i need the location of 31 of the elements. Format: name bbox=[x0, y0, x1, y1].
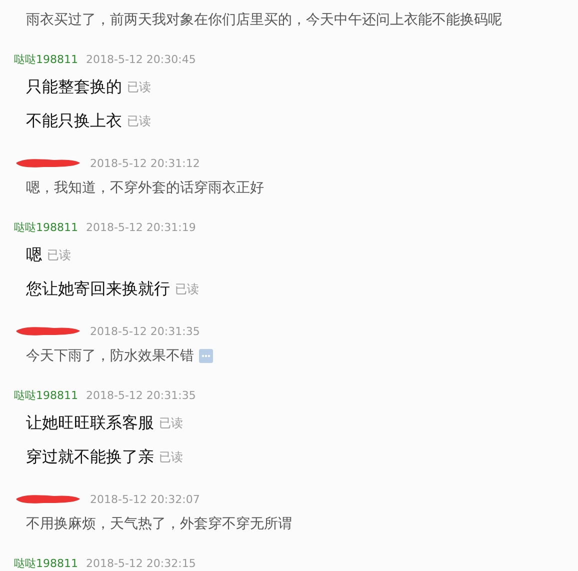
sender-name[interactable]: 哒哒198811 bbox=[14, 388, 78, 402]
read-status: 已读 bbox=[127, 112, 151, 130]
read-status: 已读 bbox=[175, 280, 199, 298]
message-time: 2018-5-12 20:30:45 bbox=[86, 52, 196, 66]
more-icon[interactable] bbox=[199, 349, 213, 363]
message-text: 不能只换上衣 bbox=[26, 110, 122, 132]
message-text: 嗯，我知道，不穿外套的话穿雨衣正好 bbox=[26, 179, 264, 197]
message-text: 您让她寄回来换就行 bbox=[26, 278, 170, 300]
message-time: 2018-5-12 20:32:07 bbox=[90, 492, 200, 506]
message-text: 雨衣买过了，前两天我对象在你们店里买的，今天中午还问上衣能不能换码呢 bbox=[26, 11, 502, 29]
message-text: 嗯 bbox=[26, 244, 42, 266]
sender-name[interactable]: 哒哒198811 bbox=[14, 220, 78, 234]
message-time: 2018-5-12 20:31:35 bbox=[90, 324, 200, 338]
read-status: 已读 bbox=[127, 78, 151, 96]
message-time: 2018-5-12 20:31:35 bbox=[86, 388, 196, 402]
sender-name[interactable]: 哒哒198811 bbox=[14, 52, 78, 66]
redaction-mark bbox=[14, 157, 82, 169]
message-text: 让她旺旺联系客服 bbox=[26, 412, 154, 434]
sender-name[interactable]: 哒哒198811 bbox=[14, 556, 78, 570]
message-text: 不用换麻烦，天气热了，外套穿不穿无所谓 bbox=[26, 515, 292, 533]
redaction-mark bbox=[14, 493, 82, 505]
read-status: 已读 bbox=[159, 414, 183, 432]
read-status: 已读 bbox=[159, 448, 183, 466]
message-text: 只能整套换的 bbox=[26, 76, 122, 98]
read-status: 已读 bbox=[47, 246, 71, 264]
message-text: 今天下雨了，防水效果不错 bbox=[26, 347, 194, 365]
redaction-mark bbox=[14, 325, 82, 337]
message-time: 2018-5-12 20:31:12 bbox=[90, 156, 200, 170]
message-time: 2018-5-12 20:31:19 bbox=[86, 220, 196, 234]
message-text: 穿过就不能换了亲 bbox=[26, 446, 154, 468]
message-time: 2018-5-12 20:32:15 bbox=[86, 556, 196, 570]
